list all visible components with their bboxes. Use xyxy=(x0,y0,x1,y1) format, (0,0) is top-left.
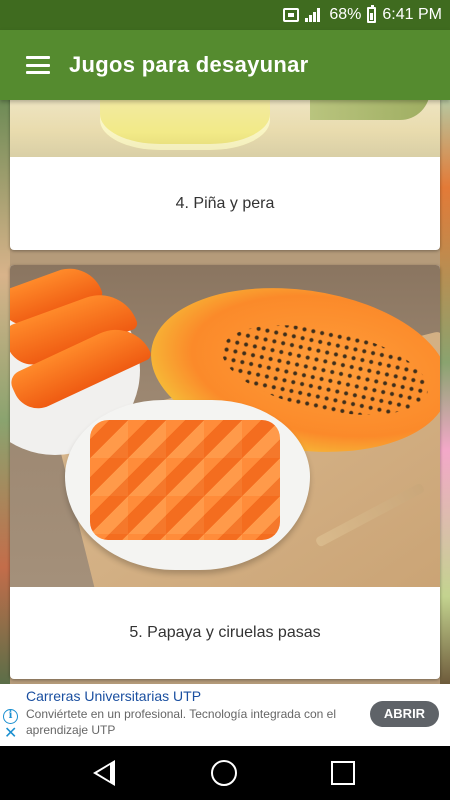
app-bar: Jugos para desayunar xyxy=(0,30,450,100)
battery-percent: 68% xyxy=(329,6,362,23)
card-title: 4. Piña y pera xyxy=(175,195,275,212)
recents-icon[interactable] xyxy=(331,761,355,785)
background-image-right xyxy=(440,100,450,684)
card-title: 5. Papaya y ciruelas pasas xyxy=(129,624,321,641)
menu-icon[interactable] xyxy=(26,56,50,74)
recipe-card[interactable]: 4. Piña y pera xyxy=(10,100,440,250)
back-icon[interactable] xyxy=(93,760,115,786)
status-bar: 68% 6:41 PM xyxy=(0,0,450,30)
signal-icon xyxy=(305,8,323,22)
juice-image xyxy=(10,100,440,157)
sim-icon xyxy=(283,8,300,22)
papaya-image xyxy=(10,265,440,587)
ad-description: Conviértete en un profesional. Tecnologí… xyxy=(26,707,336,737)
ad-title[interactable]: Carreras Universitarias UTP xyxy=(26,688,201,704)
battery-icon xyxy=(367,5,377,23)
background-image-left xyxy=(0,100,10,684)
close-icon[interactable]: ✕ xyxy=(4,726,17,742)
navigation-bar xyxy=(0,746,450,800)
page-title: Jugos para desayunar xyxy=(69,52,309,77)
open-button[interactable]: ABRIR xyxy=(370,701,439,727)
info-icon[interactable]: i xyxy=(3,709,18,724)
clock: 6:41 PM xyxy=(382,6,442,23)
home-icon[interactable] xyxy=(211,760,237,786)
content-list[interactable]: 4. Piña y pera 5. Papaya y ciruelas pasa… xyxy=(0,100,450,684)
ad-banner[interactable]: i ✕ Carreras Universitarias UTP Conviért… xyxy=(0,684,450,746)
recipe-card[interactable]: 5. Papaya y ciruelas pasas xyxy=(10,265,440,679)
